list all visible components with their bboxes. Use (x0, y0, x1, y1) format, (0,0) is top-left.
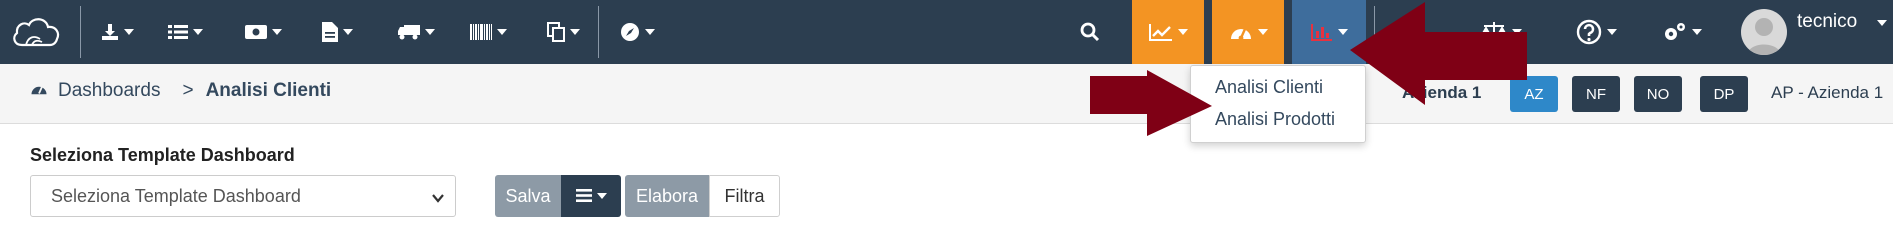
dashboard-gauge-icon (1229, 23, 1253, 41)
search-icon (1080, 22, 1100, 42)
dropdown-item-analisi-clienti[interactable]: Analisi Clienti (1215, 77, 1323, 98)
settings-menu[interactable] (1654, 0, 1710, 64)
chevron-down-icon (644, 29, 655, 35)
line-chart-menu[interactable] (1132, 0, 1204, 64)
line-chart-icon (1148, 23, 1173, 41)
chevron-down-icon (342, 29, 353, 35)
cloud-logo-icon[interactable] (4, 0, 68, 64)
download-menu[interactable] (92, 0, 142, 64)
chevron-down-icon (1177, 29, 1188, 35)
barcode-icon (469, 24, 492, 40)
truck-menu[interactable] (388, 0, 444, 64)
template-label: Seleziona Template Dashboard (30, 145, 295, 165)
chevron-down-icon (123, 29, 134, 35)
truck-icon (397, 24, 420, 40)
user-menu[interactable] (1738, 0, 1790, 64)
chevron-down-icon (1691, 29, 1702, 35)
top-navbar: tecnico (0, 0, 1893, 64)
breadcrumb-bar: Dashboards > Analisi Clienti Azienda 1 A… (0, 64, 1893, 124)
chevron-down-icon (271, 29, 282, 35)
salva-button[interactable]: Salva (495, 175, 561, 217)
document-menu[interactable] (312, 0, 362, 64)
chevron-down-icon (496, 29, 507, 35)
compass-menu[interactable] (612, 0, 662, 64)
template-select[interactable]: Seleziona Template Dashboard (30, 175, 456, 217)
chevron-down-icon (1606, 29, 1617, 35)
copy-menu[interactable] (536, 0, 590, 64)
dropdown-item-analisi-prodotti[interactable]: Analisi Prodotti (1215, 109, 1335, 130)
filtra-button[interactable]: Filtra (709, 175, 780, 217)
chevron-down-icon (1337, 29, 1348, 35)
elabora-button[interactable]: Elabora (625, 175, 709, 217)
nf-button[interactable]: NF (1572, 76, 1620, 112)
list-icon (575, 186, 592, 207)
breadcrumb: Dashboards > Analisi Clienti (30, 80, 331, 102)
dashboard-menu[interactable] (1212, 0, 1284, 64)
list-icon (167, 24, 188, 40)
barcode-menu[interactable] (460, 0, 516, 64)
chevron-down-icon (192, 29, 203, 35)
dashboard-gauge-icon (30, 80, 48, 102)
user-name[interactable]: tecnico (1797, 11, 1857, 33)
bar-chart-dropdown: Analisi Clienti Analisi Prodotti (1190, 65, 1366, 143)
dp-button[interactable]: DP (1700, 76, 1748, 112)
chevron-down-icon (1257, 29, 1268, 35)
current-company: AP - Azienda 1 (1771, 83, 1884, 102)
copy-icon (546, 22, 565, 42)
breadcrumb-current: Analisi Clienti (205, 80, 332, 101)
document-icon (321, 22, 338, 42)
chevron-down-icon (596, 193, 607, 199)
chevron-down-icon (569, 29, 580, 35)
help-icon (1576, 19, 1602, 45)
template-menu-button[interactable] (561, 175, 621, 217)
annotation-arrow-right-icon (1090, 70, 1212, 136)
compass-icon (620, 22, 640, 42)
breadcrumb-separator: > (182, 80, 194, 101)
money-icon (244, 25, 267, 39)
money-menu[interactable] (236, 0, 290, 64)
template-select-value: Seleziona Template Dashboard (51, 185, 301, 206)
breadcrumb-root[interactable]: Dashboards (58, 80, 160, 102)
user-avatar-icon (1741, 9, 1787, 55)
gears-icon (1663, 22, 1687, 42)
annotation-arrow-left-icon (1350, 2, 1527, 105)
chevron-down-icon[interactable] (1877, 20, 1887, 26)
list-menu[interactable] (160, 0, 210, 64)
help-menu[interactable] (1566, 0, 1626, 64)
nav-separator (598, 6, 599, 58)
download-icon (101, 23, 119, 41)
chevron-down-icon (431, 189, 445, 210)
bar-chart-icon (1310, 23, 1333, 41)
chevron-down-icon (424, 29, 435, 35)
search-button[interactable] (1070, 0, 1110, 64)
no-button[interactable]: NO (1634, 76, 1682, 112)
nav-separator (80, 6, 81, 58)
